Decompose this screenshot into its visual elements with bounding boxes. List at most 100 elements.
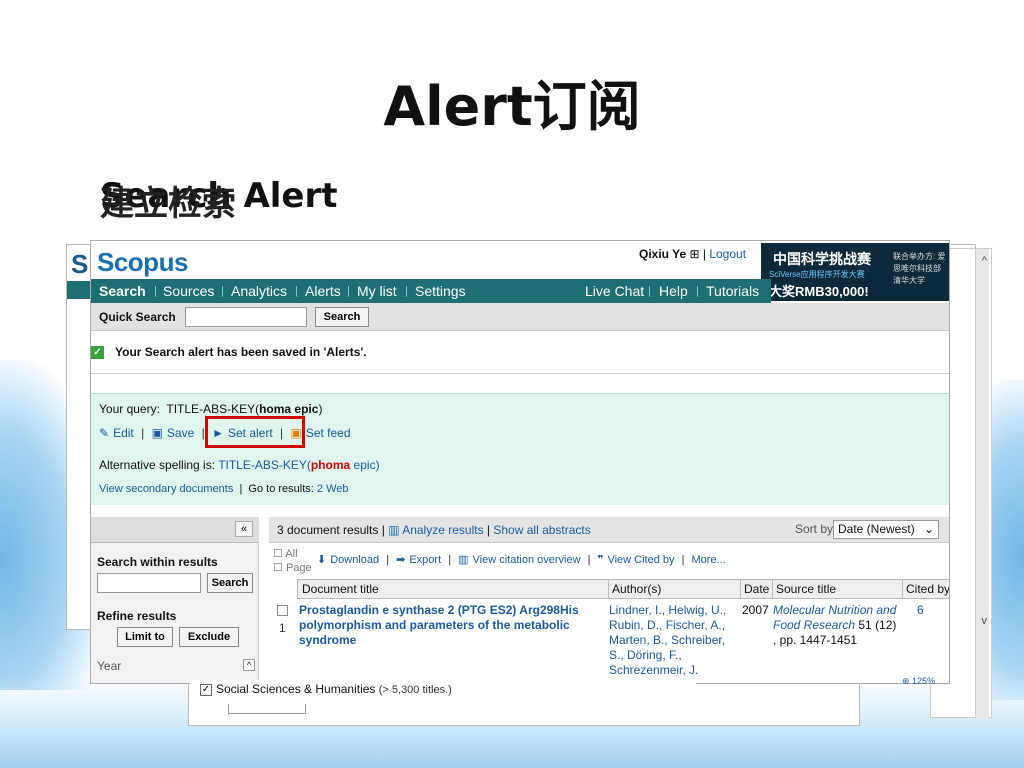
col-authors[interactable]: Author(s) bbox=[612, 582, 661, 596]
expand-icon[interactable]: ⊞ bbox=[689, 247, 702, 261]
alt-query-link[interactable]: TITLE-ABS-KEY(phoma epic) bbox=[218, 458, 379, 472]
column-divider bbox=[608, 580, 609, 598]
edit-icon[interactable]: ✎ bbox=[99, 426, 109, 440]
export-link[interactable]: Export bbox=[409, 554, 441, 566]
export-icon[interactable]: ➡ bbox=[396, 554, 405, 566]
user-name[interactable]: Qixiu Ye bbox=[639, 247, 686, 261]
nav-my-list[interactable]: My list bbox=[357, 283, 397, 299]
nav-tutorials[interactable]: Tutorials bbox=[706, 283, 759, 299]
refine-results-label: Refine results bbox=[97, 609, 177, 623]
ad-banner[interactable]: 中国科学挑战赛 SciVerse应用程序开发大赛 大奖RMB30,000! 联合… bbox=[761, 243, 949, 301]
edit-link[interactable]: Edit bbox=[113, 426, 134, 440]
ad-title: 中国科学挑战赛 bbox=[773, 251, 871, 267]
column-divider bbox=[740, 580, 741, 598]
nav-separator: | bbox=[295, 285, 298, 297]
nav-alerts[interactable]: Alerts bbox=[305, 283, 341, 299]
download-icon[interactable]: ⬇ bbox=[317, 554, 326, 566]
select-all-checkbox[interactable]: ☐ bbox=[273, 548, 283, 560]
nav-analytics[interactable]: Analytics bbox=[231, 283, 287, 299]
download-link[interactable]: Download bbox=[330, 554, 379, 566]
nav-help[interactable]: Help bbox=[659, 283, 688, 299]
document-date: 2007 bbox=[742, 603, 769, 617]
background-scrollbar[interactable] bbox=[975, 249, 989, 719]
check-icon: ✓ bbox=[91, 346, 104, 359]
analyze-results-link[interactable]: Analyze results bbox=[402, 523, 483, 537]
panel-header: « bbox=[91, 517, 259, 543]
quick-search-input[interactable] bbox=[185, 307, 307, 327]
col-source-title[interactable]: Source title bbox=[776, 582, 836, 596]
zoom-level[interactable]: ⊕ 125% bbox=[902, 676, 935, 687]
alt-label: Alternative spelling is: bbox=[99, 458, 216, 472]
background-logo-fragment: S bbox=[71, 249, 89, 279]
row-checkbox[interactable] bbox=[277, 605, 288, 616]
nav-settings[interactable]: Settings bbox=[415, 283, 466, 299]
query-box: Your query: TITLE-ABS-KEY(homa epic) ✎ Ed… bbox=[91, 393, 949, 505]
limit-to-button[interactable]: Limit to bbox=[117, 627, 173, 647]
subject-checkbox[interactable]: ✓ bbox=[200, 684, 212, 696]
query-label: Your query: bbox=[99, 402, 160, 416]
nav-separator: | bbox=[696, 285, 699, 297]
search-within-input[interactable] bbox=[97, 573, 201, 593]
collapse-year-icon[interactable]: ^ bbox=[243, 659, 255, 671]
subject-name: Social Sciences & Humanities bbox=[216, 682, 376, 696]
analyze-icon[interactable]: ▥ bbox=[388, 523, 399, 537]
col-cited-by[interactable]: Cited by bbox=[906, 582, 949, 596]
secondary-row: View secondary documents | Go to results… bbox=[99, 483, 349, 495]
separator: | bbox=[587, 554, 591, 566]
query-terms: homa epic bbox=[259, 402, 319, 416]
go-to-web-link[interactable]: Web bbox=[326, 483, 348, 495]
separator: | bbox=[386, 554, 390, 566]
source-title: Molecular Nutrition and Food Research 51… bbox=[773, 603, 899, 648]
results-summary: 3 document results | ▥ Analyze results |… bbox=[277, 523, 591, 537]
cited-by-icon[interactable]: ❞ bbox=[598, 554, 604, 566]
scroll-down-icon[interactable]: v bbox=[982, 615, 988, 627]
exclude-button[interactable]: Exclude bbox=[179, 627, 239, 647]
view-cited-by-link[interactable]: View Cited by bbox=[607, 554, 674, 566]
secondary-documents-link[interactable]: View secondary documents bbox=[99, 483, 233, 495]
ad-organizers: 联合举办方: 爱思唯尔科技部 清华大学 bbox=[893, 252, 946, 285]
separator: | bbox=[448, 554, 452, 566]
citation-overview-icon[interactable]: ▥ bbox=[458, 554, 468, 566]
user-area: Qixiu Ye ⊞ | Logout bbox=[639, 247, 747, 261]
go-to-label: Go to results: bbox=[248, 483, 314, 495]
select-page-label: Page bbox=[285, 562, 312, 574]
quick-search-button[interactable]: Search bbox=[315, 307, 369, 327]
select-all-options: ☐ All ☐ Page bbox=[273, 547, 312, 575]
cited-by-count[interactable]: 6 bbox=[917, 603, 924, 617]
nav-search[interactable]: Search bbox=[99, 283, 146, 299]
scopus-logo[interactable]: Scopus bbox=[97, 247, 188, 278]
col-date[interactable]: Date bbox=[744, 582, 769, 596]
results-table-header: Document title Author(s) Date Source tit… bbox=[297, 579, 949, 599]
subject-count: (> 5,300 titles.) bbox=[378, 684, 452, 696]
col-document-title[interactable]: Document title bbox=[302, 582, 379, 596]
save-icon[interactable]: ▣ bbox=[152, 426, 163, 440]
zoom-value: 125% bbox=[912, 676, 936, 686]
more-link[interactable]: More... bbox=[692, 554, 726, 566]
select-page-checkbox[interactable]: ☐ bbox=[273, 562, 283, 574]
show-abstracts-link[interactable]: Show all abstracts bbox=[493, 523, 590, 537]
go-to-count-link[interactable]: 2 bbox=[317, 483, 323, 495]
scroll-up-icon[interactable]: ^ bbox=[982, 255, 987, 267]
query-line: Your query: TITLE-ABS-KEY(homa epic) bbox=[99, 402, 322, 416]
save-link[interactable]: Save bbox=[167, 426, 194, 440]
separator: | bbox=[141, 426, 145, 440]
search-within-button[interactable]: Search bbox=[207, 573, 253, 593]
logout-link[interactable]: Logout bbox=[709, 247, 746, 261]
alt-prefix: TITLE-ABS-KEY( bbox=[218, 458, 311, 472]
nav-separator: | bbox=[648, 285, 651, 297]
authors-list[interactable]: Lindner, I., Helwig, U., Rubin, D., Fisc… bbox=[609, 603, 741, 678]
citation-overview-link[interactable]: View citation overview bbox=[473, 554, 581, 566]
document-title-link[interactable]: Prostaglandin e synthase 2 (PTG ES2) Arg… bbox=[299, 603, 599, 648]
ad-prize: 大奖RMB30,000! bbox=[769, 284, 869, 299]
scopus-screenshot: Scopus Qixiu Ye ⊞ | Logout 中国科学挑战赛 SciVe… bbox=[90, 240, 950, 684]
search-within-label: Search within results bbox=[97, 555, 218, 569]
collapse-panel-button[interactable]: « bbox=[235, 521, 253, 537]
nav-separator: | bbox=[405, 285, 408, 297]
nav-live-chat[interactable]: Live Chat bbox=[585, 283, 644, 299]
nav-sources[interactable]: Sources bbox=[163, 283, 214, 299]
results-panel: 3 document results | ▥ Analyze results |… bbox=[269, 517, 949, 683]
sort-select[interactable]: Date (Newest) ⌄ bbox=[833, 520, 939, 539]
set-feed-link[interactable]: Set feed bbox=[306, 426, 351, 440]
nav-separator: | bbox=[154, 285, 157, 297]
slide-title: Alert订阅 bbox=[383, 75, 641, 138]
